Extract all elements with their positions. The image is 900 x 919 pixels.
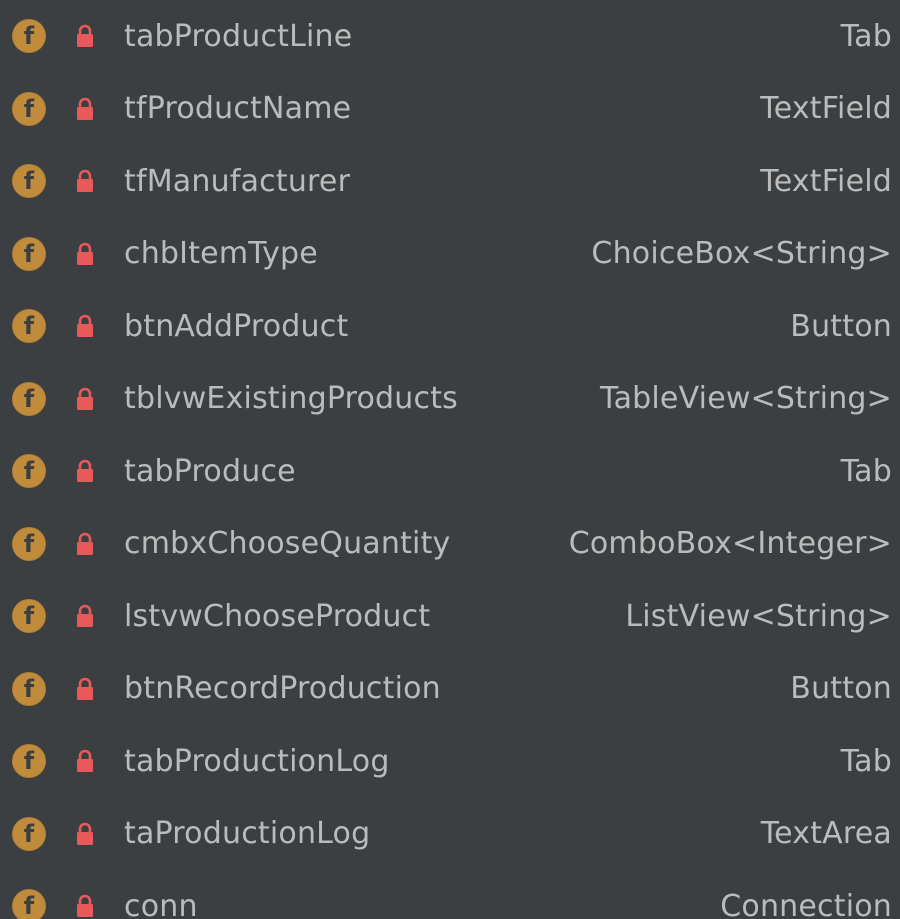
lock-icon (77, 387, 93, 410)
field-name: tabProductionLog (124, 743, 390, 779)
field-type: TextArea (760, 816, 892, 852)
field-icon: f (12, 91, 46, 126)
field-name: cmbxChooseQuantity (124, 526, 451, 562)
list-item[interactable]: f tblvwExistingProducts TableView<String… (0, 363, 900, 436)
list-item[interactable]: f btnRecordProduction Button (0, 653, 900, 726)
list-item[interactable]: f tfManufacturer TextField (0, 145, 900, 218)
structure-list: f tabProductLine Tab f tfProductName Tex… (0, 0, 900, 919)
field-name: btnAddProduct (124, 308, 349, 344)
field-name: tfProductName (124, 91, 352, 127)
field-icon: f (12, 309, 46, 344)
field-icon: f (12, 889, 46, 919)
list-item[interactable]: f tfProductName TextField (0, 73, 900, 146)
lock-icon (77, 822, 93, 845)
field-name: tblvwExistingProducts (124, 381, 458, 417)
field-name: tabProductLine (124, 18, 353, 54)
field-type: ListView<String> (625, 598, 892, 634)
field-name: taProductionLog (124, 816, 371, 852)
list-item[interactable]: f btnAddProduct Button (0, 290, 900, 363)
field-name: tfManufacturer (124, 163, 351, 199)
list-item[interactable]: f lstvwChooseProduct ListView<String> (0, 580, 900, 653)
field-icon: f (12, 599, 46, 634)
field-type: TableView<String> (600, 381, 892, 417)
field-type: Tab (840, 743, 892, 779)
field-icon: f (12, 19, 46, 54)
field-type: TextField (760, 91, 892, 127)
list-item[interactable]: f conn Connection (0, 870, 900, 919)
lock-icon (77, 315, 93, 338)
field-icon: f (12, 164, 46, 199)
lock-icon (77, 25, 93, 48)
lock-icon (77, 532, 93, 555)
field-type: ChoiceBox<String> (591, 236, 892, 272)
lock-icon (77, 170, 93, 193)
lock-icon (77, 97, 93, 120)
field-name: tabProduce (124, 453, 296, 489)
field-icon: f (12, 236, 46, 271)
field-type: ComboBox<Integer> (568, 526, 892, 562)
field-icon: f (12, 454, 46, 489)
list-item[interactable]: f chbItemType ChoiceBox<String> (0, 218, 900, 291)
field-name: btnRecordProduction (124, 671, 441, 707)
field-icon: f (12, 526, 46, 561)
field-name: chbItemType (124, 236, 318, 272)
field-icon: f (12, 816, 46, 851)
field-type: TextField (760, 163, 892, 199)
field-type: Connection (720, 888, 892, 919)
lock-icon (77, 460, 93, 483)
list-item[interactable]: f tabProductLine Tab (0, 0, 900, 73)
field-type: Tab (840, 453, 892, 489)
list-item[interactable]: f tabProduce Tab (0, 435, 900, 508)
list-item[interactable]: f taProductionLog TextArea (0, 798, 900, 871)
field-name: conn (124, 888, 198, 919)
field-icon: f (12, 671, 46, 706)
lock-icon (77, 242, 93, 265)
field-type: Button (790, 671, 892, 707)
field-icon: f (12, 381, 46, 416)
lock-icon (77, 677, 93, 700)
lock-icon (77, 750, 93, 773)
field-type: Button (790, 308, 892, 344)
field-name: lstvwChooseProduct (124, 598, 431, 634)
lock-icon (77, 605, 93, 628)
field-type: Tab (840, 18, 892, 54)
list-item[interactable]: f cmbxChooseQuantity ComboBox<Integer> (0, 508, 900, 581)
list-item[interactable]: f tabProductionLog Tab (0, 725, 900, 798)
lock-icon (77, 895, 93, 918)
field-icon: f (12, 744, 46, 779)
